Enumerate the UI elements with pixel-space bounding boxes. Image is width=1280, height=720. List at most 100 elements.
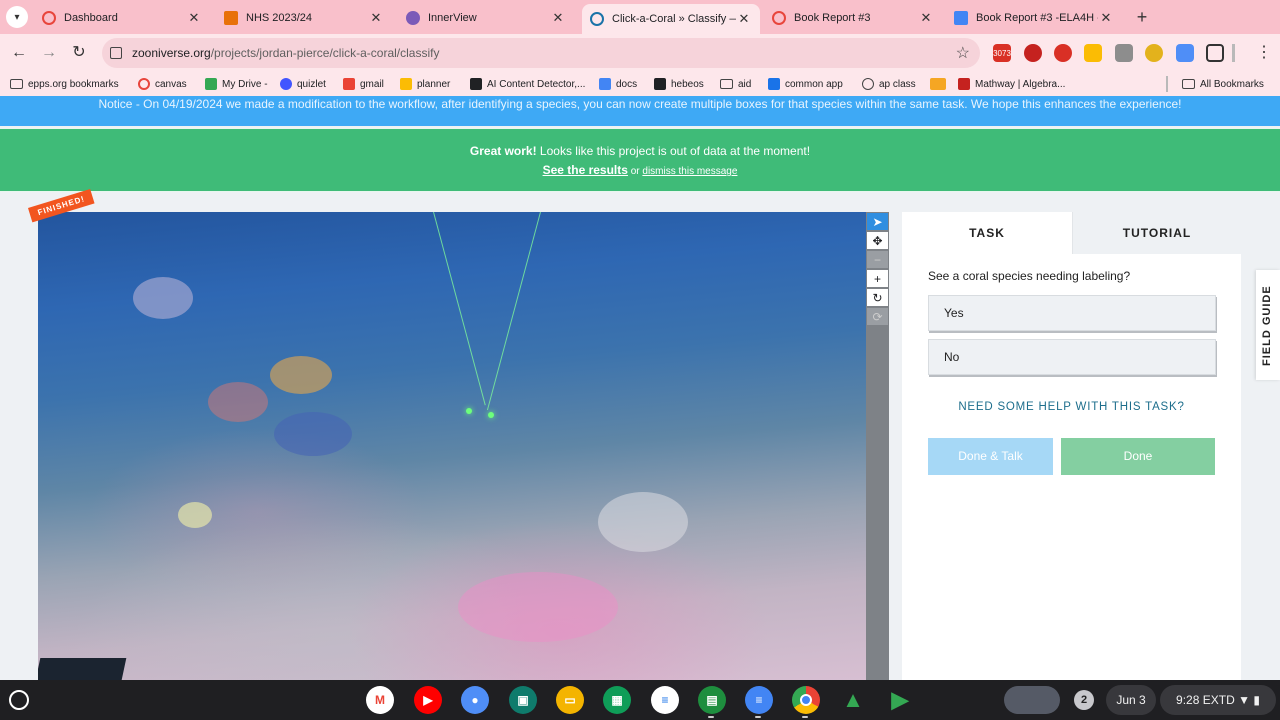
bookmark-en[interactable] xyxy=(930,76,951,92)
folder-icon xyxy=(10,79,23,89)
zoom-out-icon[interactable]: − xyxy=(867,251,888,268)
dismiss-message-link[interactable]: dismiss this message xyxy=(642,166,737,177)
reload-icon[interactable]: ↻ xyxy=(68,42,90,64)
holding-space-thumbnail[interactable] xyxy=(1004,686,1060,714)
coral-shape xyxy=(598,492,688,552)
ai-app-icon[interactable]: ≡ xyxy=(651,686,679,714)
gmail-icon xyxy=(343,78,355,90)
field-guide-tab[interactable]: FIELD GUIDE xyxy=(1256,270,1280,380)
youtube-app-icon[interactable]: ▶ xyxy=(414,686,442,714)
innerview-favicon-icon xyxy=(406,11,420,25)
move-tool-icon[interactable]: ✥ xyxy=(867,232,888,249)
extension-blue-icon[interactable] xyxy=(1176,44,1194,62)
bookmark-gmail[interactable]: gmail xyxy=(343,76,384,92)
ai-detector-icon xyxy=(470,78,482,90)
date-tray[interactable]: Jun 3 xyxy=(1106,685,1156,715)
bookmark-epps[interactable]: epps.org bookmarks xyxy=(10,76,119,92)
answer-no[interactable]: No xyxy=(928,339,1216,375)
gmail-app-icon[interactable]: M xyxy=(366,686,394,714)
out-of-data-banner: Great work! Looks like this project is o… xyxy=(0,128,1280,192)
tab-click-a-coral[interactable]: Click-a-Coral » Classify — Z ✕ xyxy=(582,4,760,34)
pointer-tool-icon[interactable]: ➤ xyxy=(867,213,888,230)
new-tab-button[interactable]: + xyxy=(1132,6,1152,28)
extension-grey-icon[interactable] xyxy=(1115,44,1133,62)
bookmark-common-app[interactable]: common app xyxy=(768,76,843,92)
see-results-link[interactable]: See the results xyxy=(543,163,628,177)
subject-image[interactable] xyxy=(38,212,866,680)
tab-task[interactable]: TASK xyxy=(902,212,1072,254)
laser-line xyxy=(433,212,486,406)
running-indicator xyxy=(755,716,761,718)
extension-red-icon[interactable] xyxy=(1024,44,1042,62)
mathway-icon xyxy=(958,78,970,90)
status-tray[interactable]: 9:28 EXTD ▼ ▮ xyxy=(1160,685,1276,715)
extension-yellow-icon[interactable] xyxy=(1084,44,1102,62)
bookmark-ai-detector[interactable]: AI Content Detector,... xyxy=(470,76,585,92)
close-tab-icon[interactable]: ✕ xyxy=(186,10,202,26)
docs-app-icon[interactable]: ≡ xyxy=(745,686,773,714)
close-tab-icon[interactable]: ✕ xyxy=(1098,10,1114,26)
ap-class-icon xyxy=(862,78,874,90)
tab-innerview[interactable]: InnerView ✕ xyxy=(398,4,574,32)
close-tab-icon[interactable]: ✕ xyxy=(368,10,384,26)
laser-line xyxy=(486,212,541,411)
canvas-paint-app-icon[interactable]: ● xyxy=(461,686,489,714)
extension-badge-icon[interactable]: 3073 xyxy=(993,44,1011,62)
forward-icon[interactable]: → xyxy=(38,42,60,64)
bookmark-planner[interactable]: planner xyxy=(400,76,450,92)
slides-app-icon[interactable]: ▭ xyxy=(556,686,584,714)
classroom-app-icon[interactable]: ▣ xyxy=(509,686,537,714)
extension-circle-icon[interactable] xyxy=(1054,44,1072,62)
tab-tutorial[interactable]: TUTORIAL xyxy=(1072,212,1241,254)
bookmark-docs[interactable]: docs xyxy=(599,76,637,92)
nhs-favicon-icon xyxy=(224,11,238,25)
extension-gold-icon[interactable] xyxy=(1145,44,1163,62)
task-help-link[interactable]: NEED SOME HELP WITH THIS TASK? xyxy=(902,401,1241,413)
tab-nhs[interactable]: NHS 2023/24 ✕ xyxy=(216,4,392,32)
done-button[interactable]: Done xyxy=(1061,438,1215,475)
bookmark-quizlet[interactable]: quizlet xyxy=(280,76,326,92)
folder-icon xyxy=(1182,79,1195,89)
bookmark-ap-class[interactable]: ap class xyxy=(862,76,916,92)
play-store-app-icon[interactable]: ▶ xyxy=(886,686,914,714)
bookmark-drive[interactable]: My Drive - xyxy=(205,76,268,92)
close-tab-icon[interactable]: ✕ xyxy=(736,11,752,27)
drive-app-icon[interactable]: ▲ xyxy=(839,686,867,714)
bookmark-canvas[interactable]: canvas xyxy=(138,76,187,92)
tab-book-report-doc[interactable]: Book Report #3 -ELA4H - G ✕ xyxy=(946,4,1122,32)
toolbar-divider xyxy=(1232,44,1235,62)
done-and-talk-button[interactable]: Done & Talk xyxy=(928,438,1053,475)
bookmark-aid[interactable]: aid xyxy=(720,76,751,92)
site-info-icon[interactable] xyxy=(110,47,122,59)
sheets-app-icon[interactable]: ▦ xyxy=(603,686,631,714)
tab-search-chevron-icon[interactable]: ▾ xyxy=(6,6,28,28)
quizlet-icon xyxy=(280,78,292,90)
close-tab-icon[interactable]: ✕ xyxy=(550,10,566,26)
tab-book-report[interactable]: Book Report #3 ✕ xyxy=(764,4,942,32)
zoom-in-icon[interactable]: + xyxy=(867,270,888,287)
answer-yes[interactable]: Yes xyxy=(928,295,1216,331)
bookmark-mathway[interactable]: Mathway | Algebra... xyxy=(958,76,1065,92)
laser-dot xyxy=(466,408,472,414)
extensions-puzzle-icon[interactable] xyxy=(1206,44,1224,62)
reset-icon[interactable]: ⟳ xyxy=(867,308,888,325)
task-question: See a coral species needing labeling? xyxy=(928,269,1131,283)
tab-dashboard[interactable]: Dashboard ✕ xyxy=(34,4,210,32)
close-tab-icon[interactable]: ✕ xyxy=(918,10,934,26)
bookmark-all[interactable]: All Bookmarks xyxy=(1182,76,1264,92)
address-bar[interactable]: zooniverse.org/projects/jordan-pierce/cl… xyxy=(102,38,980,68)
launcher-icon[interactable] xyxy=(9,690,29,710)
browser-menu-icon[interactable]: ⋮ xyxy=(1256,42,1272,62)
rotate-icon[interactable]: ↻ xyxy=(867,289,888,306)
notification-count-badge[interactable]: 2 xyxy=(1074,690,1094,710)
google-classroom-icon[interactable]: ▤ xyxy=(698,686,726,714)
coral-shape xyxy=(274,412,352,456)
browser-toolbar: ← → ↻ zooniverse.org/projects/jordan-pie… xyxy=(0,34,1280,72)
bookmark-hebeos[interactable]: hebeos xyxy=(654,76,704,92)
chrome-app-icon[interactable] xyxy=(792,686,820,714)
google-docs-favicon-icon xyxy=(954,11,968,25)
bookmark-star-icon[interactable]: ☆ xyxy=(956,43,970,63)
back-icon[interactable]: ← xyxy=(8,42,30,64)
success-message: Great work! Looks like this project is o… xyxy=(469,144,811,158)
chromeos-shelf: M ▶ ● ▣ ▭ ▦ ≡ ▤ ≡ ▲ ▶ 2 Jun 3 9:28 EXTD … xyxy=(0,680,1280,720)
